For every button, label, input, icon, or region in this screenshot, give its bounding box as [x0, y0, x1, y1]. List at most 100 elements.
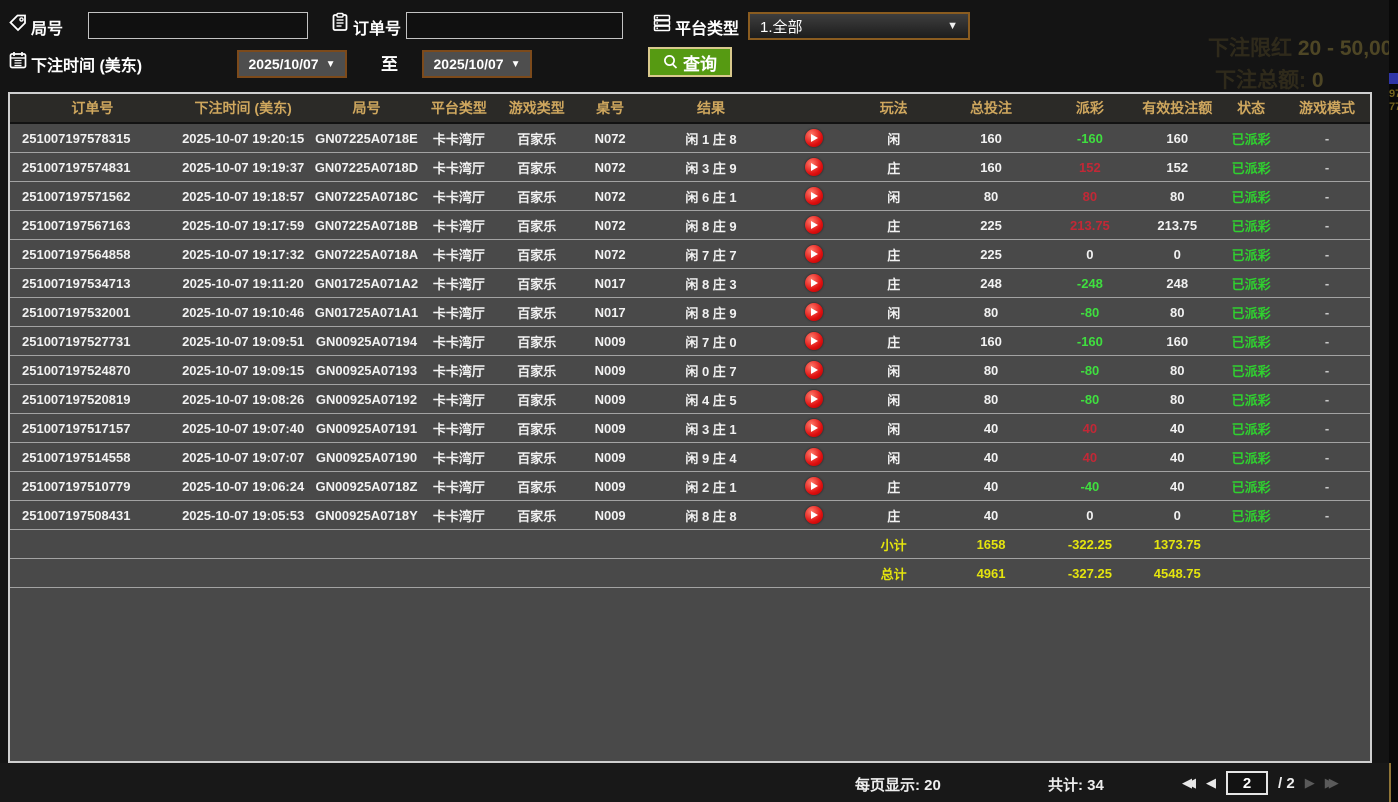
order-no-input[interactable] [406, 12, 623, 39]
cell-game-mode: - [1284, 414, 1370, 442]
cell-game-mode: - [1284, 327, 1370, 355]
cell-round-no: GN07225A0718B [312, 211, 422, 239]
replay-button[interactable] [805, 477, 823, 495]
play-icon [811, 366, 818, 374]
cell-payout: -80 [1043, 356, 1136, 384]
play-icon [811, 482, 818, 490]
cell-round-no: GN00925A0718Z [312, 472, 422, 500]
replay-cell [779, 385, 849, 413]
replay-button[interactable] [805, 303, 823, 321]
replay-button[interactable] [805, 274, 823, 292]
table-header-row: 订单号 下注时间 (美东) 局号 平台类型 游戏类型 桌号 结果 玩法 总投注 … [10, 94, 1370, 124]
replay-cell [779, 182, 849, 210]
cell-game-type: 百家乐 [496, 327, 577, 355]
col-table-no: 桌号 [577, 94, 643, 122]
table-row: 2510071975748312025-10-07 19:19:37GN0722… [10, 153, 1370, 182]
cell-game-type: 百家乐 [496, 298, 577, 326]
cell-table-no: N072 [577, 211, 643, 239]
cell-total-bet: 40 [939, 472, 1044, 500]
play-icon [811, 511, 818, 519]
prev-page-button[interactable]: ◀ [1206, 771, 1216, 795]
cell-order-no: 251007197571562 [10, 182, 175, 210]
table-row: 2510071975145582025-10-07 19:07:07GN0092… [10, 443, 1370, 472]
replay-button[interactable] [805, 216, 823, 234]
cell-game-type: 百家乐 [496, 414, 577, 442]
replay-button[interactable] [805, 129, 823, 147]
cell-valid-bet: 160 [1136, 124, 1218, 152]
cell-result: 闲 8 庄 9 [643, 298, 779, 326]
replay-button[interactable] [805, 332, 823, 350]
table-row: 2510071975783152025-10-07 19:20:15GN0722… [10, 124, 1370, 153]
query-button[interactable]: 查询 [648, 47, 732, 77]
cell-platform: 卡卡湾厅 [421, 269, 496, 297]
next-page-button[interactable]: ▶ [1305, 771, 1315, 795]
cell-table-no: N009 [577, 414, 643, 442]
col-bet-time: 下注时间 (美东) [175, 94, 312, 122]
col-total-bet: 总投注 [939, 94, 1044, 122]
replay-cell [779, 472, 849, 500]
last-page-button[interactable]: ▶▶ [1325, 771, 1339, 795]
cell-total-bet: 160 [939, 153, 1044, 181]
cell-payout: 0 [1043, 240, 1136, 268]
replay-button[interactable] [805, 419, 823, 437]
replay-button[interactable] [805, 158, 823, 176]
cell-payout: 40 [1043, 414, 1136, 442]
cell-game-type: 百家乐 [496, 501, 577, 529]
replay-button[interactable] [805, 187, 823, 205]
cell-total-bet: 225 [939, 211, 1044, 239]
first-page-button[interactable]: ◀◀ [1182, 771, 1196, 795]
chevron-down-icon: ▼ [326, 59, 336, 70]
cell-game-type: 百家乐 [496, 356, 577, 384]
cell-table-no: N017 [577, 298, 643, 326]
play-icon [811, 308, 818, 316]
cell-result: 闲 8 庄 3 [643, 269, 779, 297]
cell-platform: 卡卡湾厅 [421, 124, 496, 152]
background-edge-gold-line [1389, 763, 1391, 802]
cell-bet-on: 庄 [849, 501, 939, 529]
platform-type-select[interactable]: 1.全部 ▼ [748, 12, 970, 40]
cell-bet-time: 2025-10-07 19:05:53 [175, 501, 312, 529]
cell-game-mode: - [1284, 443, 1370, 471]
bet-records-table: 订单号 下注时间 (美东) 局号 平台类型 游戏类型 桌号 结果 玩法 总投注 … [8, 92, 1372, 763]
replay-button[interactable] [805, 361, 823, 379]
tag-icon [8, 13, 28, 33]
cell-platform: 卡卡湾厅 [421, 356, 496, 384]
replay-button[interactable] [805, 390, 823, 408]
replay-button[interactable] [805, 506, 823, 524]
date-from-picker[interactable]: 2025/10/07 ▼ [237, 50, 347, 78]
cell-game-type: 百家乐 [496, 153, 577, 181]
cell-payout: 40 [1043, 443, 1136, 471]
cell-bet-on: 庄 [849, 153, 939, 181]
date-to-picker[interactable]: 2025/10/07 ▼ [422, 50, 532, 78]
play-icon [811, 250, 818, 258]
query-button-label: 查询 [683, 50, 717, 75]
replay-cell [779, 211, 849, 239]
cell-result: 闲 7 庄 7 [643, 240, 779, 268]
cell-game-type: 百家乐 [496, 124, 577, 152]
cell-order-no: 251007197527731 [10, 327, 175, 355]
col-game-type: 游戏类型 [496, 94, 577, 122]
cell-valid-bet: 213.75 [1136, 211, 1218, 239]
table-row: 2510071975171572025-10-07 19:07:40GN0092… [10, 414, 1370, 443]
cell-status: 已派彩 [1218, 472, 1284, 500]
cell-platform: 卡卡湾厅 [421, 211, 496, 239]
cell-game-mode: - [1284, 472, 1370, 500]
table-row: 2510071975320012025-10-07 19:10:46GN0172… [10, 298, 1370, 327]
col-round-no: 局号 [312, 94, 422, 122]
page-number-input[interactable] [1226, 771, 1268, 795]
cell-order-no: 251007197524870 [10, 356, 175, 384]
platform-type-value: 1.全部 [760, 16, 803, 37]
chevron-down-icon: ▼ [947, 20, 958, 32]
cell-table-no: N009 [577, 501, 643, 529]
date-from-value: 2025/10/07 [249, 56, 319, 72]
cell-game-mode: - [1284, 211, 1370, 239]
replay-button[interactable] [805, 245, 823, 263]
cell-valid-bet: 152 [1136, 153, 1218, 181]
cell-valid-bet: 80 [1136, 385, 1218, 413]
cell-table-no: N009 [577, 327, 643, 355]
table-row: 2510071975715622025-10-07 19:18:57GN0722… [10, 182, 1370, 211]
background-edge-digits: 97 77 [1389, 88, 1398, 114]
replay-button[interactable] [805, 448, 823, 466]
round-no-input[interactable] [88, 12, 308, 39]
cell-payout: -80 [1043, 298, 1136, 326]
